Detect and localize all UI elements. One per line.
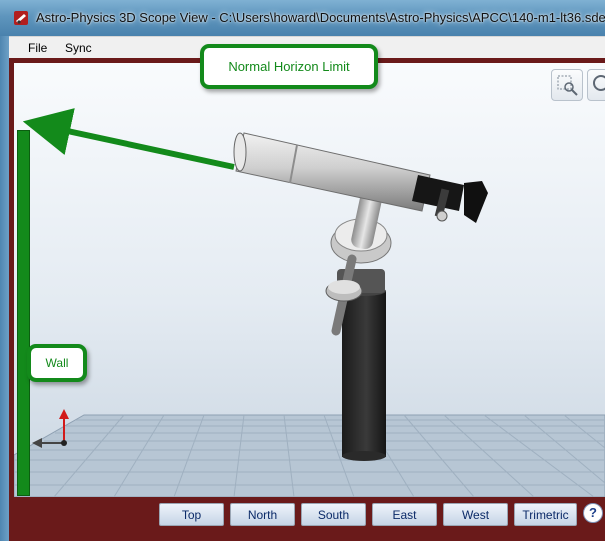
window-title: Astro-Physics 3D Scope View - C:\Users\h…	[36, 10, 605, 25]
zoom-button[interactable]	[587, 69, 605, 101]
title-bar[interactable]: Astro-Physics 3D Scope View - C:\Users\h…	[0, 0, 605, 36]
horizon-limit-callout: Normal Horizon Limit	[200, 44, 378, 89]
view-east-button[interactable]: East	[372, 503, 437, 526]
telescope-app-icon	[14, 11, 28, 25]
scope-view-window: Astro-Physics 3D Scope View - C:\Users\h…	[0, 0, 605, 541]
help-button[interactable]: ?	[583, 503, 603, 523]
view-south-button[interactable]: South	[301, 503, 366, 526]
scene-svg	[14, 108, 605, 497]
menu-sync[interactable]: Sync	[65, 41, 92, 55]
menu-file[interactable]: File	[28, 41, 47, 55]
window-frame-left	[0, 36, 9, 541]
wall-indicator	[17, 130, 30, 496]
view-west-button[interactable]: West	[443, 503, 508, 526]
view-top-button[interactable]: Top	[159, 503, 224, 526]
zoom-region-button[interactable]	[551, 69, 583, 101]
pier	[342, 286, 386, 461]
view-trimetric-button[interactable]: Trimetric	[514, 503, 577, 526]
magnifier-icon	[593, 75, 605, 91]
view-north-button[interactable]: North	[230, 503, 295, 526]
axis-triad-icon	[32, 409, 69, 448]
3d-viewport[interactable]	[14, 63, 605, 497]
wall-callout: Wall	[27, 344, 87, 382]
horizon-limit-arrow	[22, 108, 235, 170]
floor-grid	[14, 414, 605, 497]
zoom-region-icon	[557, 75, 578, 96]
view-button-bar: Top North South East West Trimetric ?	[14, 497, 605, 541]
